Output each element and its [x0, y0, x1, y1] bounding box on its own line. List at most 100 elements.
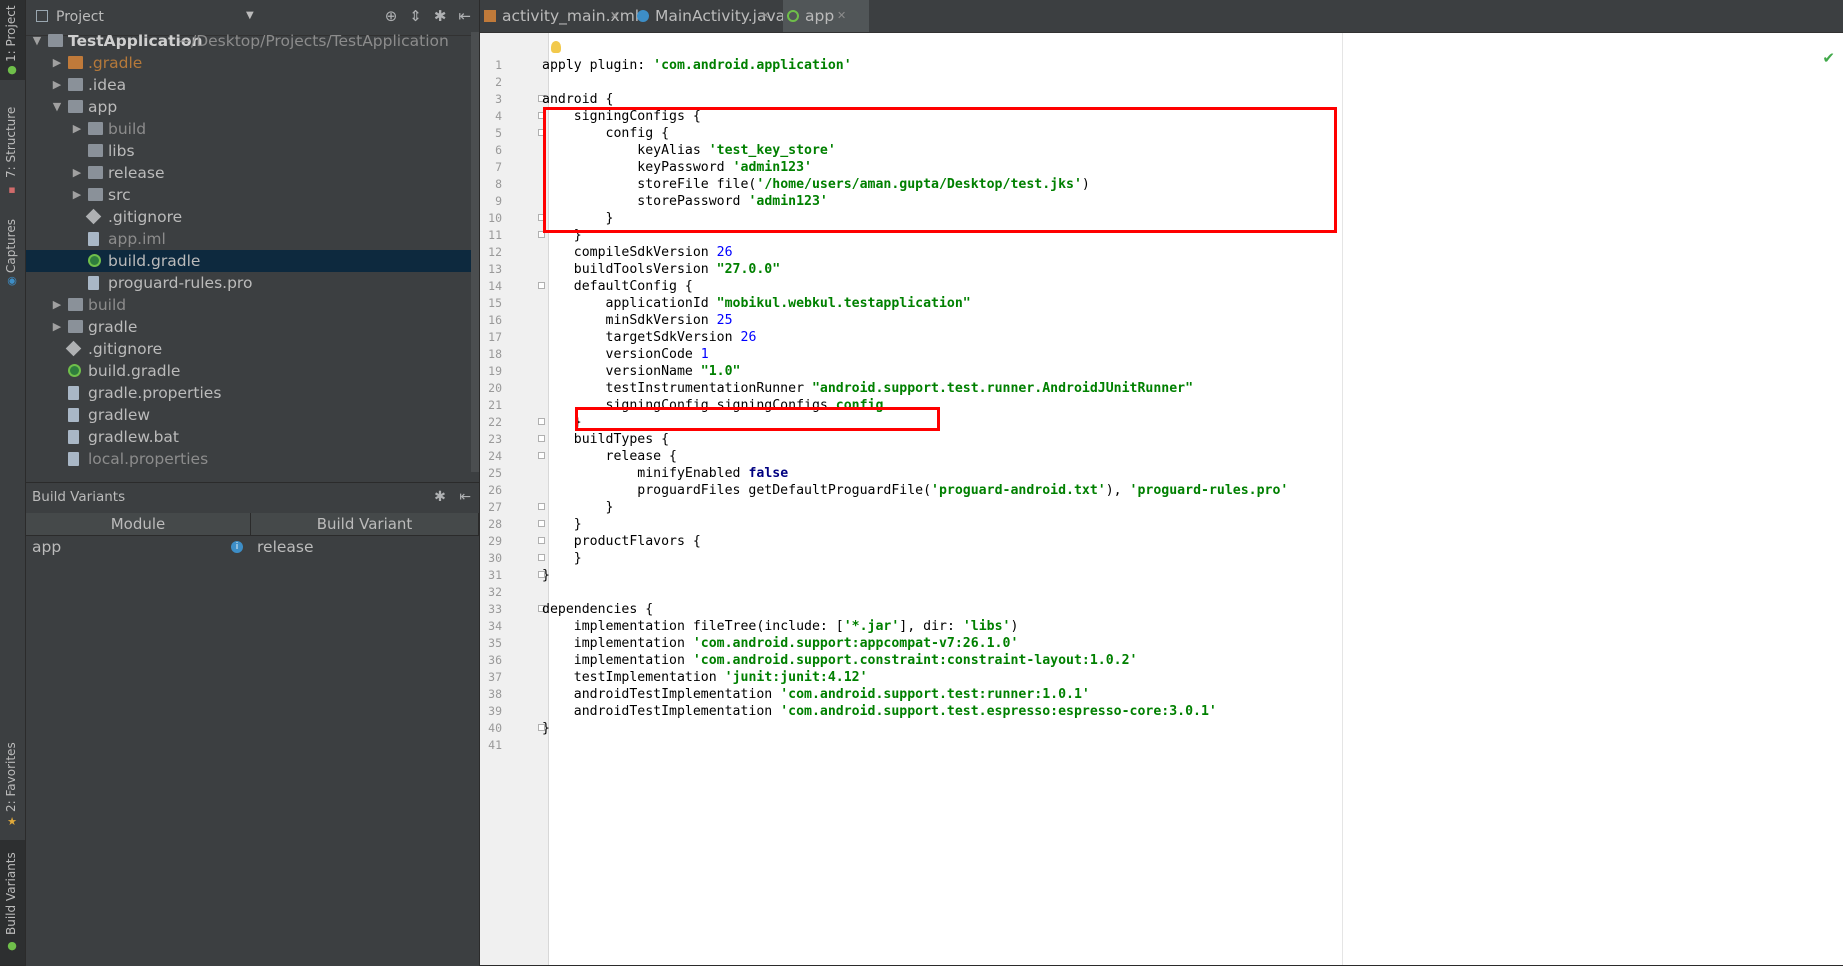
code-token: 'com.android.support.constraint:constrai…: [692, 653, 1138, 668]
code-token: dir: [923, 619, 947, 634]
code-text: versionCode 1: [542, 346, 709, 363]
chevron-right-icon[interactable]: ▶: [70, 162, 84, 184]
close-icon[interactable]: ✕: [761, 0, 770, 32]
close-icon[interactable]: ✕: [610, 0, 619, 32]
code-text: productFlavors {: [542, 533, 701, 550]
tab-activity-main-xml[interactable]: activity_main.xml ✕: [480, 0, 645, 32]
code-token: }: [542, 517, 582, 532]
table-row[interactable]: app i release: [26, 536, 479, 558]
tab-favorites-tool[interactable]: 2: Favorites ★: [0, 740, 25, 835]
lightbulb-icon[interactable]: [551, 41, 561, 53]
tab-structure-tool[interactable]: 7: Structure ▪: [0, 107, 25, 208]
tree-item[interactable]: ▶ build: [26, 118, 479, 140]
tree-item[interactable]: gradle.properties: [26, 382, 479, 404]
line-number: 25: [488, 466, 502, 480]
tab-build-variants-tool[interactable]: Build Variants ●: [0, 840, 25, 965]
project-view-icon: [36, 10, 48, 22]
tree-item[interactable]: .gitignore: [26, 206, 479, 228]
collapse-all-icon[interactable]: ⇕: [409, 7, 422, 25]
tree-item-label: gradle.properties: [88, 384, 222, 402]
gear-icon[interactable]: ✱: [434, 489, 446, 505]
folder-icon: [88, 122, 103, 135]
hide-panel-icon[interactable]: ⇤: [458, 7, 471, 25]
tab-captures-tool[interactable]: Captures ◉: [0, 215, 25, 295]
column-header-module[interactable]: Module: [26, 513, 251, 535]
tree-item[interactable]: build.gradle: [26, 360, 479, 382]
tree-item-label: libs: [108, 142, 135, 160]
tree-item-label: build: [88, 296, 127, 314]
tree-item[interactable]: ▶ src: [26, 184, 479, 206]
close-icon[interactable]: ✕: [837, 0, 846, 32]
tree-item-label: app: [88, 98, 118, 116]
code-text: implementation 'com.android.support:appc…: [542, 635, 1019, 652]
chevron-right-icon[interactable]: ▶: [70, 118, 84, 140]
hide-panel-icon[interactable]: ⇤: [459, 489, 471, 505]
code-text: testImplementation 'junit:junit:4.12': [542, 669, 868, 686]
tab-project-label: 1: Project: [4, 5, 18, 62]
gradle-icon: [88, 254, 101, 267]
file-icon: [88, 232, 99, 246]
line-number: 30: [488, 551, 502, 565]
build-variants-panel: Build Variants ✱ ⇤ Module Build Variant …: [26, 482, 479, 966]
chevron-right-icon[interactable]: ▶: [50, 74, 64, 96]
chevron-right-icon[interactable]: ▶: [50, 52, 64, 74]
folder-icon: [68, 78, 83, 91]
tree-item[interactable]: libs: [26, 140, 479, 162]
tree-item[interactable]: ▶ gradle: [26, 316, 479, 338]
code-token: 'com.android.support.test:runner:1.0.1': [780, 687, 1090, 702]
chevron-right-icon[interactable]: ▶: [50, 316, 64, 338]
line-number: 35: [488, 636, 502, 650]
tree-item[interactable]: .gitignore: [26, 338, 479, 360]
tab-project-tool[interactable]: 1: Project ●: [0, 0, 25, 80]
gradle-icon: [787, 10, 799, 22]
variant-cell[interactable]: release: [251, 536, 479, 558]
project-tree: ▼ TestApplication ~/Desktop/Projects/TestA…: [26, 30, 479, 470]
tree-item[interactable]: ▼ app: [26, 96, 479, 118]
code-token: ): [1010, 619, 1019, 634]
tree-item[interactable]: local.properties: [26, 448, 479, 470]
view-dropdown-icon[interactable]: ▼: [246, 10, 254, 21]
right-margin-guide: [1342, 33, 1343, 965]
code-text: versionName "1.0": [542, 363, 741, 380]
code-token: ],: [899, 619, 924, 634]
column-header-build-variant[interactable]: Build Variant: [251, 513, 479, 535]
line-number: 7: [495, 160, 502, 174]
line-number: 5: [495, 126, 502, 140]
code-token: 1: [700, 347, 709, 362]
tree-item[interactable]: ▶ .gradle: [26, 52, 479, 74]
tab-captures-label: Captures: [4, 219, 18, 273]
tree-item-label: gradlew.bat: [88, 428, 179, 446]
code-text: applicationId "mobikul.webkul.testapplic…: [542, 295, 971, 312]
code-token: "1.0": [700, 364, 741, 379]
tree-item[interactable]: proguard-rules.pro: [26, 272, 479, 294]
chevron-down-icon[interactable]: ▼: [30, 30, 44, 52]
tree-item[interactable]: gradlew.bat: [26, 426, 479, 448]
tree-item[interactable]: ▶ .idea: [26, 74, 479, 96]
line-number: 26: [488, 483, 502, 497]
code-token: androidTestImplementation: [542, 687, 781, 702]
java-class-icon: [637, 10, 649, 22]
line-number: 31: [488, 568, 502, 582]
line-number: 37: [488, 670, 502, 684]
line-number: 38: [488, 687, 502, 701]
tab-main-activity-java[interactable]: MainActivity.java ✕: [633, 0, 795, 32]
code-text: }: [542, 550, 582, 567]
tree-item[interactable]: gradlew: [26, 404, 479, 426]
code-text: }: [542, 499, 614, 516]
chevron-right-icon[interactable]: ▶: [50, 294, 64, 316]
code-token: ),: [1105, 483, 1130, 498]
tree-item[interactable]: app.iml: [26, 228, 479, 250]
chevron-right-icon[interactable]: ▶: [70, 184, 84, 206]
tab-app-gradle[interactable]: app ✕: [783, 0, 869, 32]
code-editor[interactable]: ✔ 1 apply plugin: 'com.android.applicatio…: [480, 33, 1843, 965]
tree-item[interactable]: ▶ build: [26, 294, 479, 316]
tree-item[interactable]: ▶ release: [26, 162, 479, 184]
gear-icon[interactable]: ✱: [434, 7, 447, 25]
line-number: 19: [488, 364, 502, 378]
target-icon[interactable]: ⊕: [385, 7, 398, 25]
project-scrollbar[interactable]: [471, 32, 479, 472]
tree-item[interactable]: ▼ TestApplication ~/Desktop/Projects/TestA…: [26, 30, 479, 52]
tree-item-label: app.iml: [108, 230, 166, 248]
chevron-down-icon[interactable]: ▼: [50, 96, 64, 118]
tree-item[interactable]: build.gradle: [26, 250, 479, 272]
